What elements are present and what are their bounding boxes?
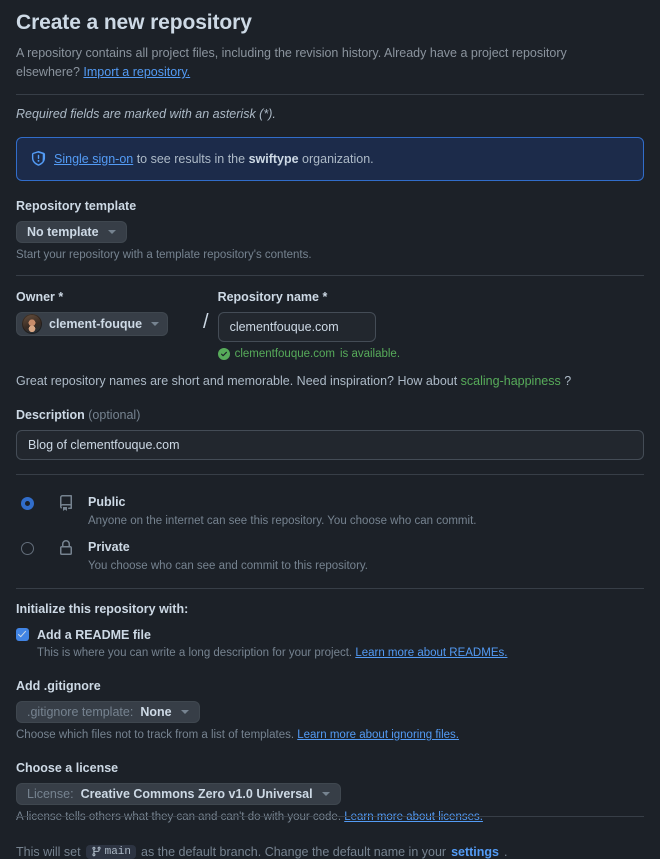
add-readme-label: Add a README file [37, 627, 151, 642]
owner-name-separator: / [203, 310, 209, 333]
visibility-option-private[interactable]: Private You choose who can see and commi… [16, 534, 644, 576]
repository-name-label: Repository name * [217, 289, 328, 304]
owner-label: Owner * [16, 289, 64, 304]
default-branch-chip: main [85, 844, 136, 859]
readme-hint: This is where you can write a long descr… [37, 647, 644, 659]
avatar [22, 313, 42, 334]
description-divider [16, 473, 644, 475]
license-section: Choose a license License: Creative Commo… [16, 761, 644, 823]
repository-name-input[interactable] [217, 311, 376, 342]
description-label: Description (optional) [16, 408, 644, 422]
repository-name-availability: clementfouque.com is available. [217, 347, 644, 360]
lock-icon [58, 539, 78, 561]
default-branch-name: main [104, 845, 131, 858]
license-label: Choose a license [16, 760, 119, 775]
sso-banner-text: Single sign-on to see results in the swi… [54, 152, 374, 166]
availability-name: clementfouque.com [234, 347, 335, 360]
default-branch-text-end: . [504, 844, 508, 859]
gitignore-label: Add .gitignore [16, 678, 101, 693]
page-title: Create a new repository [16, 11, 252, 34]
learn-more-ignoring-files-link[interactable]: Learn more about ignoring files. [297, 729, 459, 741]
initialize-title: Initialize this repository with: [16, 601, 189, 616]
private-title: Private [88, 539, 130, 554]
gitignore-select-value: None [140, 704, 172, 719]
suggestion-text-after: ? [560, 373, 572, 388]
repository-name-field: Repository name * clementfouque.com is a… [217, 289, 644, 360]
repository-template-section: Repository template No template Start yo… [16, 199, 644, 261]
import-repository-link[interactable]: Import a repository. [83, 65, 190, 79]
description-label-text: Description [16, 407, 85, 422]
chevron-down-icon [321, 791, 330, 796]
create-repository-page: Create a new repository A repository con… [0, 0, 660, 859]
gitignore-template-select[interactable]: .gitignore template: None [16, 700, 200, 723]
public-radio[interactable] [21, 496, 34, 510]
initialize-section: Initialize this repository with: Add a R… [16, 602, 644, 659]
learn-more-readmes-link[interactable]: Learn more about READMEs. [355, 647, 507, 659]
shield-icon [31, 151, 46, 166]
check-circle-icon [217, 347, 230, 360]
owner-name-row: Owner * clement-fouque / Repository name… [16, 290, 644, 360]
repository-template-hint: Start your repository with a template re… [16, 248, 312, 261]
public-title: Public [88, 494, 126, 509]
private-radio[interactable] [21, 541, 34, 555]
chevron-down-icon [107, 229, 116, 234]
required-fields-note: Required fields are marked with an aster… [16, 106, 276, 121]
repo-icon [58, 494, 78, 516]
repository-template-value: No template [27, 224, 99, 239]
single-sign-on-link[interactable]: Single sign-on [54, 152, 133, 166]
owner-select[interactable]: clement-fouque [16, 311, 169, 336]
sso-text-mid: to see results in the [133, 151, 249, 166]
private-option-text: Private You choose who can see and commi… [88, 538, 368, 572]
repository-template-select[interactable]: No template [16, 220, 127, 243]
gitignore-select-prefix: .gitignore template: [27, 704, 134, 719]
private-subtitle: You choose who can see and commit to thi… [88, 559, 368, 572]
git-branch-icon [91, 846, 101, 857]
readme-checkbox-row[interactable]: Add a README file [16, 628, 644, 642]
gitignore-hint: Choose which files not to track from a l… [16, 729, 644, 741]
repository-name-suggestion: Great repository names are short and mem… [16, 374, 644, 388]
owner-field: Owner * clement-fouque [16, 290, 194, 339]
template-divider [16, 274, 644, 276]
description-section: Description (optional) [16, 408, 644, 460]
gitignore-section: Add .gitignore .gitignore template: None… [16, 679, 644, 741]
single-sign-on-banner: Single sign-on to see results in the swi… [16, 136, 644, 181]
repository-template-label: Repository template [16, 198, 137, 213]
sso-organization-name: swiftype [248, 151, 299, 166]
visibility-divider [16, 587, 644, 589]
add-readme-checkbox[interactable] [16, 628, 29, 642]
default-branch-line: This will set main as the default branch… [16, 844, 644, 859]
availability-text: is available. [339, 347, 401, 360]
footer-divider [16, 816, 644, 817]
suggested-repository-name[interactable]: scaling-happiness [461, 374, 561, 388]
page-description: A repository contains all project files,… [16, 44, 616, 82]
suggestion-text-before: Great repository names are short and mem… [16, 373, 461, 388]
header-divider [16, 93, 644, 95]
owner-value: clement-fouque [49, 316, 143, 331]
sso-text-end: organization. [298, 151, 374, 166]
readme-hint-text: This is where you can write a long descr… [37, 646, 356, 659]
public-option-text: Public Anyone on the internet can see th… [88, 493, 476, 527]
description-input[interactable] [16, 429, 644, 460]
branch-settings-link[interactable]: settings [451, 845, 499, 859]
visibility-options: Public Anyone on the internet can see th… [16, 489, 644, 576]
default-branch-text-mid: as the default branch. Change the defaul… [141, 844, 447, 859]
visibility-option-public[interactable]: Public Anyone on the internet can see th… [16, 489, 644, 531]
license-select-value: Creative Commons Zero v1.0 Universal [80, 786, 313, 801]
chevron-down-icon [151, 321, 160, 326]
default-branch-text-before: This will set [16, 844, 81, 859]
public-subtitle: Anyone on the internet can see this repo… [88, 514, 477, 527]
license-select-prefix: License: [27, 786, 74, 801]
chevron-down-icon [180, 709, 189, 714]
license-select[interactable]: License: Creative Commons Zero v1.0 Univ… [16, 782, 341, 805]
gitignore-hint-text: Choose which files not to track from a l… [16, 728, 298, 741]
description-optional-text: (optional) [88, 407, 141, 422]
